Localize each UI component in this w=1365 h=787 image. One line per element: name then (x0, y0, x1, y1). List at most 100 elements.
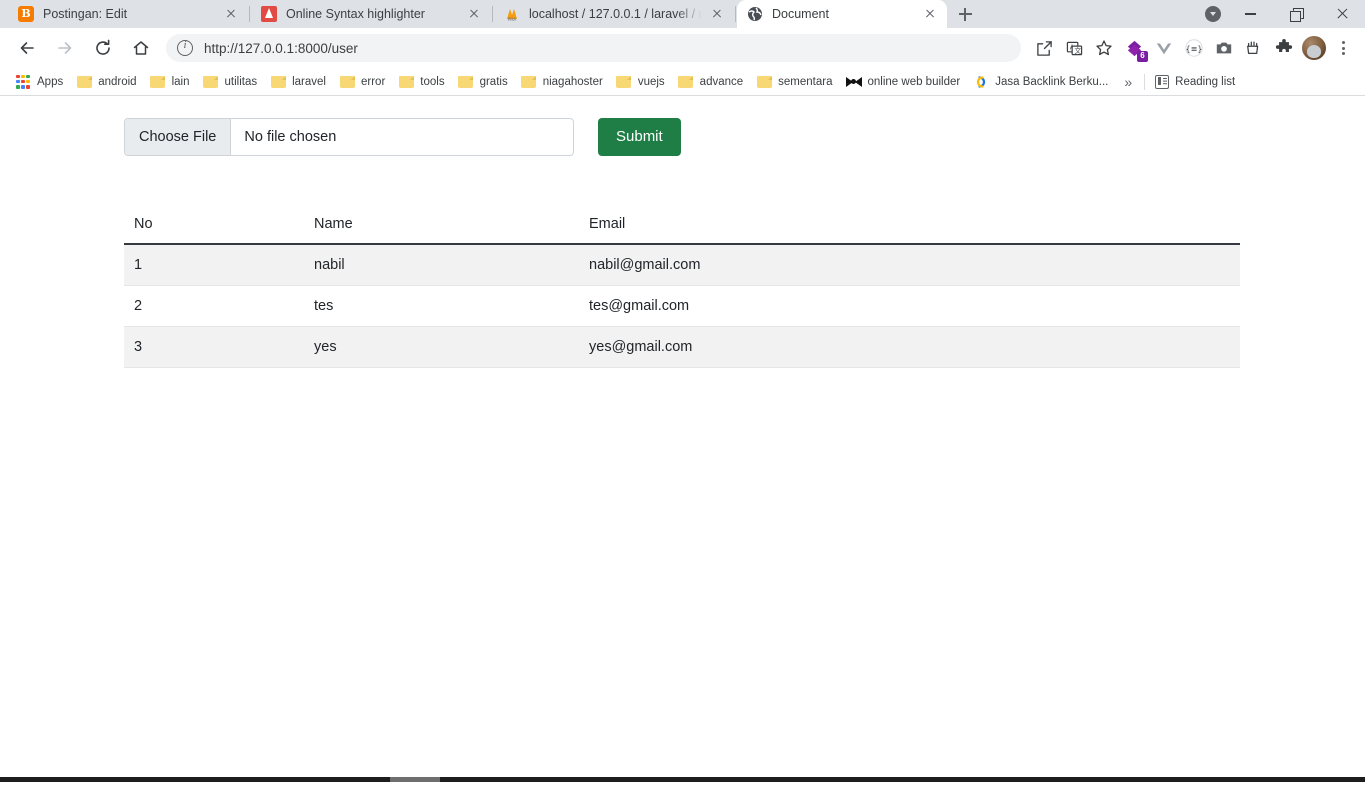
table-row: 2 tes tes@gmail.com (124, 286, 1240, 327)
json-viewer-icon[interactable]: {≡} (1179, 33, 1209, 63)
apps-grid-icon (15, 74, 31, 90)
users-table-container: No Name Email 1 nabil nabil@gmail.com 2 (124, 206, 1240, 368)
extensions-puzzle-icon[interactable] (1269, 33, 1299, 63)
link-chain-icon (973, 74, 989, 90)
bookmark-laravel[interactable]: laravel (265, 70, 334, 94)
bookmark-error[interactable]: error (334, 70, 393, 94)
cell-name: nabil (304, 244, 579, 286)
bookmark-label: android (98, 76, 136, 88)
tab-separator (249, 6, 250, 22)
browser-tab-phpmyadmin[interactable]: PMA localhost / 127.0.0.1 / laravel / us (494, 0, 734, 28)
screenshot-camera-icon[interactable] (1209, 33, 1239, 63)
bookmark-gratis[interactable]: gratis (453, 70, 516, 94)
bookmark-label: advance (700, 76, 743, 88)
translate-icon[interactable]: A 文 (1059, 33, 1089, 63)
file-input[interactable]: Choose File No file chosen (124, 118, 574, 156)
bowtie-icon (846, 74, 862, 90)
bookmark-label: utilitas (225, 76, 258, 88)
svg-text:文: 文 (1074, 46, 1081, 55)
globe-favicon (747, 6, 763, 22)
clipboard-hand-icon[interactable] (1239, 33, 1269, 63)
bookmark-apps[interactable]: Apps (10, 70, 71, 94)
folder-icon (458, 74, 474, 90)
cell-no: 1 (124, 244, 304, 286)
horizontal-scrollbar[interactable] (0, 777, 1365, 782)
bookmark-label: laravel (292, 76, 326, 88)
bookmark-vuejs[interactable]: vuejs (611, 70, 673, 94)
choose-file-button[interactable]: Choose File (125, 119, 231, 155)
bookmark-label: Jasa Backlink Berku... (995, 76, 1108, 88)
phpmyadmin-favicon: PMA (504, 6, 520, 22)
table-body: 1 nabil nabil@gmail.com 2 tes tes@gmail.… (124, 244, 1240, 368)
bookmarks-bar: Apps android lain utilitas laravel error… (0, 68, 1365, 96)
bookmark-label: online web builder (868, 76, 961, 88)
folder-icon (756, 74, 772, 90)
share-popout-icon[interactable] (1029, 33, 1059, 63)
divider (1144, 74, 1145, 90)
profile-avatar[interactable] (1299, 33, 1329, 63)
tab-title: localhost / 127.0.0.1 / laravel / us (529, 7, 702, 21)
svg-text:PMA: PMA (508, 17, 517, 22)
tab-title: Online Syntax highlighter (286, 7, 459, 21)
toolbar-icon-group: A 文 6 (1029, 33, 1357, 63)
bookmark-lain[interactable]: lain (145, 70, 198, 94)
cell-no: 2 (124, 286, 304, 327)
close-icon[interactable] (222, 5, 240, 23)
home-button[interactable] (125, 32, 157, 64)
tab-search-icon[interactable] (1199, 0, 1227, 28)
bookmark-online-web-builder[interactable]: online web builder (841, 70, 969, 94)
table-row: 3 yes yes@gmail.com (124, 327, 1240, 368)
bookmark-label: sementara (778, 76, 832, 88)
browser-tab-document[interactable]: Document (737, 0, 947, 28)
close-icon[interactable] (921, 5, 939, 23)
bookmarks-overflow-icon[interactable]: » (1116, 74, 1140, 90)
vue-devtools-icon[interactable] (1149, 33, 1179, 63)
browser-tab-postingan-edit[interactable]: B Postingan: Edit (8, 0, 248, 28)
tab-strip: B Postingan: Edit Online Syntax highligh… (0, 0, 1365, 28)
bookmark-niagahoster[interactable]: niagahoster (516, 70, 611, 94)
minimize-button[interactable] (1227, 0, 1273, 28)
url-text: http://127.0.0.1:8000/user (204, 41, 358, 56)
bookmark-android[interactable]: android (71, 70, 144, 94)
bookmark-jasa-backlink[interactable]: Jasa Backlink Berku... (968, 70, 1116, 94)
bookmark-utilitas[interactable]: utilitas (198, 70, 266, 94)
column-header-email: Email (579, 206, 1240, 244)
site-info-icon[interactable] (177, 40, 193, 56)
maximize-button[interactable] (1273, 0, 1319, 28)
reload-button[interactable] (87, 32, 119, 64)
column-header-name: Name (304, 206, 579, 244)
three-dot-menu-icon[interactable] (1329, 33, 1357, 63)
cell-email: yes@gmail.com (579, 327, 1240, 368)
table-head: No Name Email (124, 206, 1240, 244)
scrollbar-thumb[interactable] (390, 777, 440, 782)
forward-button[interactable] (49, 32, 81, 64)
reading-list-button[interactable]: Reading list (1149, 70, 1241, 94)
page-content: Choose File No file chosen Submit No Nam… (0, 97, 1365, 368)
close-icon[interactable] (708, 5, 726, 23)
column-header-no: No (124, 206, 304, 244)
bookmark-sementara[interactable]: sementara (751, 70, 840, 94)
bookmark-label: niagahoster (543, 76, 603, 88)
new-tab-button[interactable] (951, 0, 979, 28)
bookmark-label: vuejs (638, 76, 665, 88)
reading-list-label: Reading list (1175, 76, 1235, 88)
bookmark-advance[interactable]: advance (673, 70, 751, 94)
svg-text:{≡}: {≡} (1186, 45, 1203, 54)
back-button[interactable] (11, 32, 43, 64)
browser-toolbar: http://127.0.0.1:8000/user A 文 (0, 28, 1365, 68)
cell-name: yes (304, 327, 579, 368)
bookmark-star-icon[interactable] (1089, 33, 1119, 63)
close-window-button[interactable] (1319, 0, 1365, 28)
bottom-strip (0, 762, 1365, 787)
browser-window: B Postingan: Edit Online Syntax highligh… (0, 0, 1365, 787)
address-bar[interactable]: http://127.0.0.1:8000/user (166, 34, 1021, 62)
bookmark-tools[interactable]: tools (393, 70, 452, 94)
tab-separator (492, 6, 493, 22)
file-name-text: No file chosen (231, 119, 573, 155)
submit-button[interactable]: Submit (598, 118, 681, 156)
users-table: No Name Email 1 nabil nabil@gmail.com 2 (124, 206, 1240, 368)
browser-tab-online-syntax-highlighter[interactable]: Online Syntax highlighter (251, 0, 491, 28)
close-icon[interactable] (465, 5, 483, 23)
folder-icon (76, 74, 92, 90)
purple-diamond-extension-icon[interactable]: 6 (1119, 33, 1149, 63)
